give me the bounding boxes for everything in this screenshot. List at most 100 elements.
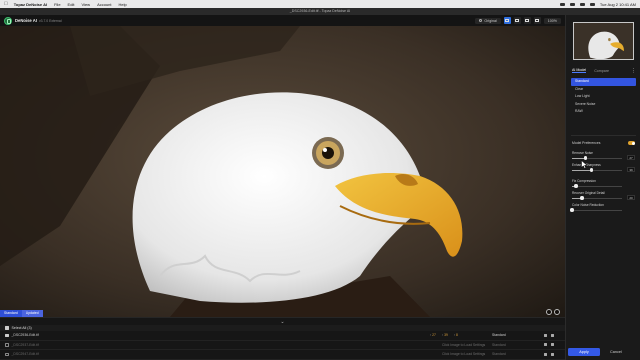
slider-handle[interactable] bbox=[583, 156, 588, 160]
slider-value[interactable]: 39 bbox=[627, 167, 635, 172]
file-actions bbox=[544, 333, 554, 337]
status-tag-label: Updated bbox=[21, 310, 43, 317]
app-version: v3.7.0 External bbox=[38, 18, 62, 23]
model-low-light[interactable]: Low Light bbox=[571, 93, 636, 101]
file-actions bbox=[544, 343, 554, 347]
menu-view[interactable]: View bbox=[81, 2, 90, 7]
model-tag-label: Standard bbox=[0, 310, 22, 317]
app-toolbar: DeNoise AI v3.7.0 External Original 100% bbox=[0, 15, 565, 26]
slider-track[interactable] bbox=[572, 184, 622, 188]
file-actions bbox=[544, 352, 554, 356]
file-value-sharpness: 39 bbox=[444, 333, 448, 338]
apply-button[interactable]: Apply bbox=[568, 348, 600, 356]
side-by-side-button[interactable] bbox=[523, 17, 531, 24]
status-icon[interactable] bbox=[559, 2, 565, 6]
save-icon[interactable] bbox=[544, 333, 547, 337]
file-checkbox[interactable] bbox=[5, 343, 9, 347]
slider-label: Color Noise Reduction bbox=[572, 203, 604, 207]
auto-toggle[interactable] bbox=[628, 141, 635, 145]
thumbnail-image bbox=[574, 23, 633, 59]
eagle-image bbox=[0, 26, 565, 317]
model-list: Standard Clear Low Light Severe Noise RA… bbox=[571, 78, 636, 116]
slider-value[interactable]: 20 bbox=[627, 195, 635, 200]
zoom-out-icon[interactable] bbox=[546, 309, 552, 315]
select-all-label: Select All (3) bbox=[11, 326, 32, 330]
window-title: _DSC2936-Edit.tif - Topaz DeNoise AI bbox=[0, 8, 640, 15]
original-toggle-button[interactable]: Original bbox=[475, 17, 501, 24]
delete-icon[interactable] bbox=[551, 333, 554, 337]
slider-track[interactable] bbox=[572, 168, 622, 172]
clock[interactable]: Tue Aug 2 10:41 AM bbox=[600, 2, 636, 7]
slider-value[interactable]: 27 bbox=[627, 155, 635, 160]
side-by-side-icon bbox=[525, 19, 530, 22]
slider-track[interactable] bbox=[570, 208, 622, 212]
model-preferences-row: Model Preferences bbox=[572, 140, 635, 146]
tab-compare[interactable]: Compare bbox=[594, 69, 609, 73]
split-view-icon bbox=[515, 19, 520, 22]
split-view-button[interactable] bbox=[513, 17, 521, 24]
eye-icon bbox=[479, 19, 483, 22]
file-value-compression: 8 bbox=[456, 333, 458, 338]
load-settings-hint: Click Image to Load Settings bbox=[442, 342, 486, 347]
original-label: Original bbox=[484, 18, 497, 23]
slider-recover-original-detail[interactable]: Recover Original Detail 20 bbox=[572, 191, 635, 200]
file-row[interactable]: _DSC2936-Edit.tif ◦ 27 ◦ 39 ◦ 8 Standard bbox=[0, 331, 565, 341]
file-checkbox[interactable] bbox=[5, 352, 9, 356]
cancel-button[interactable]: Cancel bbox=[610, 350, 622, 354]
denoise-logo-icon bbox=[4, 16, 12, 25]
file-value-noise: 27 bbox=[432, 333, 436, 338]
slider-track[interactable] bbox=[572, 196, 622, 200]
slider-handle[interactable] bbox=[589, 168, 594, 172]
tab-ai-model[interactable]: AI Model bbox=[572, 68, 587, 73]
battery-icon[interactable] bbox=[569, 2, 575, 6]
slider-remove-noise[interactable]: Remove Noise 27 bbox=[572, 151, 635, 160]
slider-label: Recover Original Detail bbox=[572, 191, 605, 195]
slider-handle[interactable] bbox=[570, 208, 574, 212]
zoom-select[interactable]: 100% bbox=[543, 17, 561, 24]
more-options-icon[interactable]: ⋮ bbox=[631, 68, 636, 74]
search-icon[interactable] bbox=[589, 2, 595, 6]
collapse-panel-button[interactable]: ⌄ bbox=[0, 318, 565, 325]
chevron-down-icon: ⌄ bbox=[280, 318, 285, 325]
file-row[interactable]: _DSC2947-Edit.tif Click Image to Load Se… bbox=[0, 350, 565, 360]
zoom-in-icon[interactable] bbox=[554, 309, 560, 315]
grid-view-button[interactable] bbox=[533, 17, 541, 24]
app-name: DeNoise AI bbox=[15, 18, 37, 23]
delete-icon[interactable] bbox=[551, 352, 554, 356]
panel-tabs: AI Model Compare ⋮ bbox=[572, 67, 636, 74]
navigator-thumbnail[interactable] bbox=[573, 22, 634, 60]
menu-file[interactable]: File bbox=[54, 2, 60, 7]
menu-app-name[interactable]: Topaz DeNoise AI bbox=[14, 2, 47, 7]
select-all-checkbox[interactable] bbox=[5, 326, 9, 330]
file-checkbox[interactable] bbox=[5, 333, 9, 337]
menu-edit[interactable]: Edit bbox=[68, 2, 75, 7]
slider-track[interactable] bbox=[572, 156, 622, 160]
file-name: _DSC2936-Edit.tif bbox=[11, 333, 39, 338]
model-tag: Standard Updated bbox=[0, 310, 43, 317]
slider-handle[interactable] bbox=[580, 196, 584, 200]
delete-icon[interactable] bbox=[551, 343, 554, 347]
file-values: ◦ 27 ◦ 39 ◦ 8 bbox=[430, 333, 458, 338]
model-standard[interactable]: Standard bbox=[571, 78, 636, 86]
slider-handle[interactable] bbox=[574, 184, 578, 188]
apple-icon[interactable]:  bbox=[4, 1, 8, 7]
image-preview[interactable]: Standard Updated bbox=[0, 26, 565, 317]
menu-account[interactable]: Account bbox=[97, 2, 111, 7]
wifi-icon[interactable] bbox=[579, 2, 585, 6]
mouse-cursor-icon bbox=[581, 160, 588, 169]
slider-color-noise-reduction[interactable]: Color Noise Reduction bbox=[570, 203, 635, 212]
single-view-button[interactable] bbox=[503, 17, 511, 24]
menu-help[interactable]: Help bbox=[119, 2, 127, 7]
file-row[interactable]: _DSC2937-Edit.tif Click Image to Load Se… bbox=[0, 341, 565, 350]
file-model: Standard bbox=[492, 352, 506, 357]
menu-bar:  Topaz DeNoise AI File Edit View Accoun… bbox=[0, 0, 640, 8]
model-raw[interactable]: RAW bbox=[571, 108, 636, 116]
model-preferences-label: Model Preferences bbox=[572, 141, 601, 145]
save-icon[interactable] bbox=[544, 352, 547, 356]
slider-label: Fix Compression bbox=[572, 179, 596, 183]
model-severe-noise[interactable]: Severe Noise bbox=[571, 101, 636, 109]
file-panel: ⌄ Select All (3) _DSC2936-Edit.tif ◦ 27 … bbox=[0, 317, 565, 360]
slider-fix-compression[interactable]: Fix Compression bbox=[572, 179, 635, 188]
model-clear[interactable]: Clear bbox=[571, 86, 636, 94]
save-icon[interactable] bbox=[544, 343, 547, 347]
